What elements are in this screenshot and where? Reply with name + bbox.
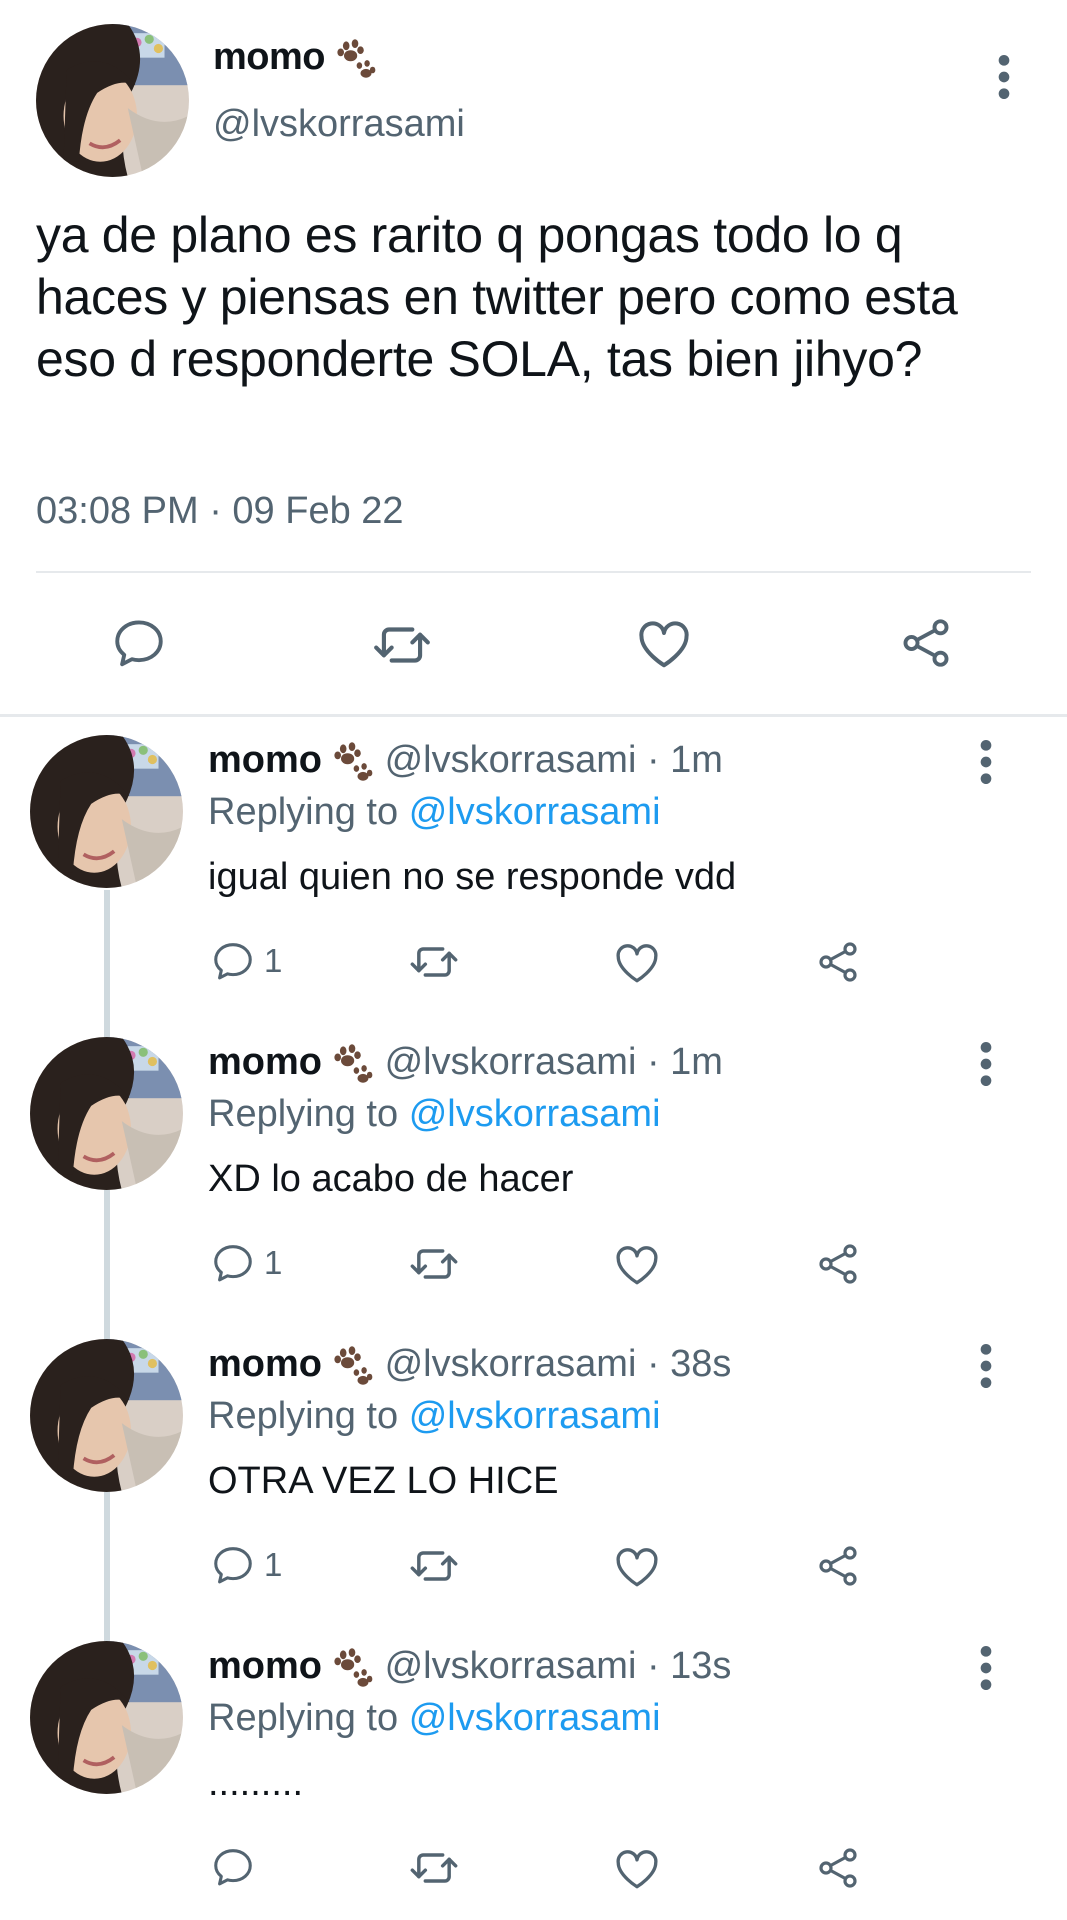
share-icon — [814, 1240, 862, 1288]
reply-header[interactable]: momo @lvskorrasami · 1m — [208, 1041, 723, 1086]
replying-to-label: Replying to — [208, 1395, 399, 1437]
reply-icon — [210, 938, 256, 984]
reply-text: ......... — [208, 1762, 304, 1804]
display-name-text: momo — [213, 36, 326, 78]
handle-and-time: @lvskorrasami · 13s — [384, 1645, 732, 1687]
mention-link[interactable]: @lvskorrasami — [409, 1395, 661, 1437]
like-button[interactable] — [612, 938, 662, 988]
avatar[interactable] — [30, 1641, 183, 1794]
retweet-icon — [408, 1238, 460, 1290]
tweet-timestamp[interactable]: 03:08 PM · 09 Feb 22 — [36, 490, 404, 533]
reply-text: igual quien no se responde vdd — [208, 856, 737, 898]
share-icon — [814, 1844, 862, 1892]
avatar-image — [30, 735, 183, 888]
avatar-image — [30, 1037, 183, 1190]
replying-to: Replying to @lvskorrasami — [208, 1697, 661, 1740]
reply-header[interactable]: momo @lvskorrasami · 13s — [208, 1645, 731, 1690]
more-options-icon[interactable] — [989, 52, 1019, 102]
reply-button[interactable]: 1 — [210, 938, 282, 984]
reply-button[interactable] — [110, 614, 168, 672]
retweet-button[interactable] — [408, 1842, 460, 1894]
avatar-image — [36, 24, 189, 177]
paw-prints-icon — [330, 1344, 374, 1388]
reply-count: 1 — [264, 942, 283, 979]
display-name: momo — [208, 1343, 322, 1385]
handle-and-time: @lvskorrasami · 1m — [384, 1041, 723, 1083]
more-options-icon[interactable] — [971, 1039, 1001, 1089]
reply-text: XD lo acabo de hacer — [208, 1158, 574, 1200]
retweet-button[interactable] — [408, 1540, 460, 1592]
paw-prints-icon — [330, 1042, 374, 1086]
like-icon — [612, 1844, 662, 1894]
divider — [36, 571, 1031, 573]
reply-button[interactable] — [210, 1844, 264, 1890]
display-name: momo — [208, 1041, 322, 1083]
more-options-icon[interactable] — [971, 737, 1001, 787]
like-button[interactable] — [612, 1240, 662, 1290]
like-button[interactable] — [634, 614, 694, 674]
replying-to: Replying to @lvskorrasami — [208, 1093, 661, 1136]
thread-line — [104, 890, 110, 1650]
tweet-text: ya de plano es rarito q pongas todo lo q… — [36, 207, 958, 387]
like-button[interactable] — [612, 1844, 662, 1894]
handle-and-time: @lvskorrasami · 38s — [384, 1343, 732, 1385]
retweet-button[interactable] — [408, 936, 460, 988]
reply-header[interactable]: momo @lvskorrasami · 1m — [208, 739, 723, 784]
share-button[interactable] — [814, 938, 862, 986]
avatar[interactable] — [36, 24, 189, 177]
retweet-icon — [408, 1540, 460, 1592]
reply-icon — [210, 1240, 256, 1286]
paw-prints-icon — [330, 1646, 374, 1690]
share-icon — [814, 1542, 862, 1590]
paw-prints-icon — [333, 37, 377, 81]
retweet-button[interactable] — [408, 1238, 460, 1290]
replying-to: Replying to @lvskorrasami — [208, 1395, 661, 1438]
mention-link[interactable]: @lvskorrasami — [409, 1093, 661, 1135]
share-icon — [897, 614, 955, 672]
share-button[interactable] — [897, 614, 955, 672]
more-options-icon[interactable] — [971, 1341, 1001, 1391]
share-button[interactable] — [814, 1542, 862, 1590]
paw-prints-icon — [330, 740, 374, 784]
display-name: momo — [208, 1645, 322, 1687]
more-options-icon[interactable] — [971, 1643, 1001, 1693]
replying-to: Replying to @lvskorrasami — [208, 791, 661, 834]
avatar[interactable] — [30, 1339, 183, 1492]
replying-to-label: Replying to — [208, 791, 399, 833]
reply-button[interactable]: 1 — [210, 1542, 282, 1588]
like-icon — [612, 1542, 662, 1592]
reply-text: OTRA VEZ LO HICE — [208, 1460, 559, 1502]
share-button[interactable] — [814, 1240, 862, 1288]
section-divider — [0, 714, 1067, 717]
avatar-image — [30, 1339, 183, 1492]
user-handle[interactable]: @lvskorrasami — [213, 103, 465, 146]
avatar-image — [30, 1641, 183, 1794]
like-icon — [612, 1240, 662, 1290]
reply-icon — [110, 614, 168, 672]
reply-icon — [210, 1542, 256, 1588]
mention-link[interactable]: @lvskorrasami — [409, 1697, 661, 1739]
display-name[interactable]: momo — [213, 36, 377, 81]
share-icon — [814, 938, 862, 986]
display-name: momo — [208, 739, 322, 781]
handle-and-time: @lvskorrasami · 1m — [384, 739, 723, 781]
like-icon — [612, 938, 662, 988]
reply-button[interactable]: 1 — [210, 1240, 282, 1286]
retweet-button[interactable] — [371, 614, 433, 676]
like-icon — [634, 614, 694, 674]
retweet-icon — [408, 1842, 460, 1894]
retweet-icon — [408, 936, 460, 988]
avatar[interactable] — [30, 735, 183, 888]
share-button[interactable] — [814, 1844, 862, 1892]
avatar[interactable] — [30, 1037, 183, 1190]
reply-header[interactable]: momo @lvskorrasami · 38s — [208, 1343, 731, 1388]
reply-count: 1 — [264, 1546, 283, 1583]
retweet-icon — [371, 614, 433, 676]
reply-icon — [210, 1844, 256, 1890]
replying-to-label: Replying to — [208, 1697, 399, 1739]
replying-to-label: Replying to — [208, 1093, 399, 1135]
like-button[interactable] — [612, 1542, 662, 1592]
reply-count: 1 — [264, 1244, 283, 1281]
mention-link[interactable]: @lvskorrasami — [409, 791, 661, 833]
